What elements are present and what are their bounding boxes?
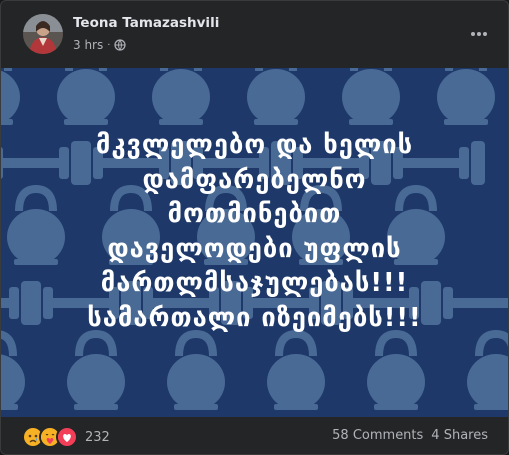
kettlebell-icon	[67, 334, 125, 410]
kettlebell-icon	[1, 334, 25, 410]
engagement-stats: 58 Comments 4 Shares	[332, 428, 488, 443]
image-text-line: დაველოდები უფლის	[107, 233, 402, 264]
kettlebell-icon	[367, 334, 425, 410]
author-avatar[interactable]	[23, 14, 63, 54]
image-text-line: მკვლელებო და ხელის	[95, 130, 414, 160]
kettlebell-icon	[1, 68, 20, 125]
kettlebell-icon	[437, 68, 495, 125]
kettlebell-icon	[152, 68, 210, 125]
author-name[interactable]: Teona Tamazashvili	[73, 15, 219, 31]
post-time[interactable]: 3 hrs	[73, 38, 103, 52]
post-header: Teona Tamazashvili 3 hrs ·	[1, 1, 508, 65]
more-dots-icon	[471, 32, 487, 36]
image-text-line: მოთმინებით	[167, 199, 342, 229]
avatar-photo	[23, 14, 63, 54]
comments-count-link[interactable]: 58 Comments	[332, 428, 423, 443]
kettlebell-icon	[247, 68, 305, 125]
more-options-button[interactable]	[464, 19, 494, 49]
post-meta: 3 hrs ·	[73, 38, 127, 52]
image-text-line: დამფარებელნო	[142, 164, 367, 195]
kettlebell-icon	[467, 334, 508, 410]
kettlebell-icon	[342, 68, 400, 125]
reaction-count: 232	[85, 429, 110, 445]
kettlebell-icon	[57, 68, 115, 125]
post-image-text: მკვლელებო და ხელის დამფარებელნო მოთმინებ…	[9, 128, 500, 335]
reactions-summary[interactable]: 232	[22, 426, 110, 448]
meta-separator: ·	[107, 39, 111, 51]
shares-count-link[interactable]: 4 Shares	[431, 428, 488, 443]
post-footer: 232 58 Comments 4 Shares	[1, 417, 508, 454]
kettlebell-icon	[267, 334, 325, 410]
love-reaction-icon	[56, 426, 78, 448]
globe-icon	[114, 39, 127, 51]
image-text-line: სამართალი იზეიმებს!!!	[87, 302, 422, 333]
image-text-line: მართლმსაჯულებას!!!	[100, 268, 409, 298]
post-card: Teona Tamazashvili 3 hrs · მკვლელებო და …	[0, 0, 509, 455]
kettlebell-icon	[167, 334, 225, 410]
post-image[interactable]: მკვლელებო და ხელის დამფარებელნო მოთმინებ…	[1, 68, 508, 417]
